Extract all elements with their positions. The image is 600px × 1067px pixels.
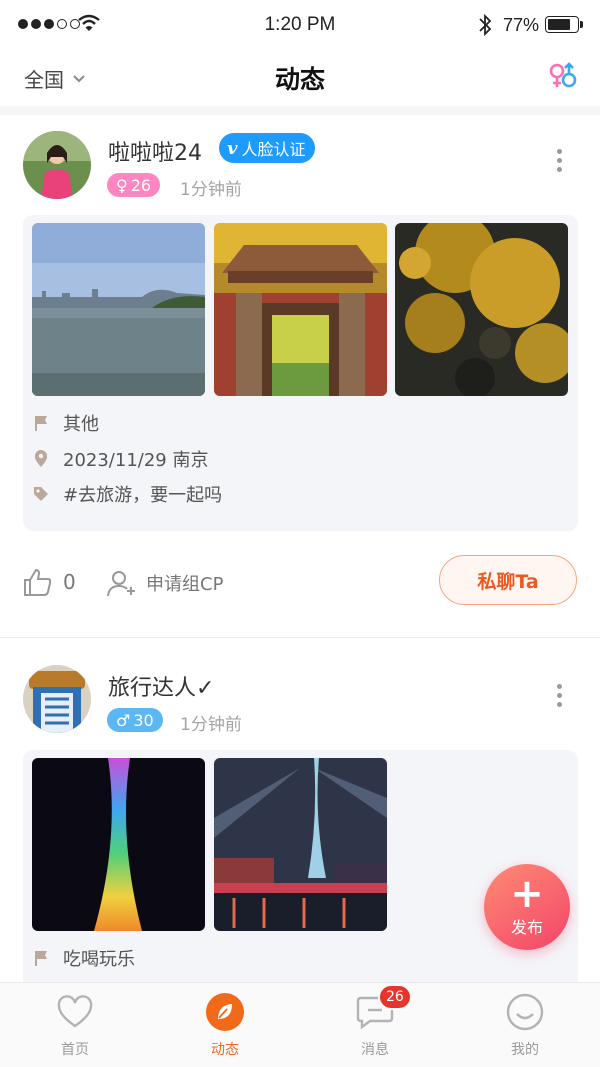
post-photo-tower-skyline[interactable]: [214, 758, 387, 931]
flag-icon: [33, 950, 49, 966]
like-button[interactable]: 0: [23, 567, 76, 597]
post-time: 1分钟前: [180, 715, 242, 735]
female-icon: ♀: [116, 175, 128, 195]
avatar[interactable]: [23, 665, 91, 733]
tag-row: #去旅游，要一起吗: [33, 481, 222, 507]
battery-percent: 77%: [503, 15, 540, 35]
tag-label[interactable]: #去旅游，要一起吗: [63, 481, 222, 507]
leaf-icon: [206, 993, 244, 1031]
tag-icon: [33, 486, 49, 502]
heart-icon: [57, 995, 93, 1028]
tab-profile[interactable]: 我的: [465, 991, 585, 1059]
username[interactable]: 旅行达人✓: [108, 670, 214, 702]
gender-filter-icon[interactable]: [548, 62, 578, 90]
post-photo-gate[interactable]: [214, 223, 387, 396]
flag-icon: [33, 415, 49, 431]
thumbs-up-icon: [24, 568, 52, 596]
post-content-card: 吃喝玩乐: [23, 750, 578, 990]
bluetooth-icon: [479, 13, 492, 37]
date-location-label: 2023/11/29 南京: [63, 450, 209, 471]
post-time: 1分钟前: [180, 180, 242, 200]
tab-messages-label: 消息: [361, 1042, 389, 1058]
post-actions: 0 申请组CP 私聊Ta: [0, 555, 600, 610]
age-label: 30: [133, 710, 154, 730]
unread-badge: 26: [378, 984, 412, 1010]
location-pin-icon: [33, 450, 49, 468]
plus-icon: +: [510, 871, 544, 917]
more-options-button[interactable]: [554, 684, 564, 707]
battery-cap: [580, 21, 583, 28]
tab-home[interactable]: 首页: [15, 991, 135, 1059]
age-gender-tag: ♀ 26: [107, 173, 161, 197]
tab-bar: 首页 动态 26 消息 我的: [0, 982, 600, 1067]
tab-profile-label: 我的: [511, 1042, 539, 1058]
add-user-icon: [107, 571, 135, 597]
category-label: 其他: [63, 414, 99, 435]
post-card: 啦啦啦24 v 人脸认证 ♀ 26 1分钟前 其他 2023/11/29 南京 …: [0, 115, 600, 635]
verify-badge: v 人脸认证: [219, 133, 316, 163]
avatar[interactable]: [23, 131, 91, 199]
like-count: 0: [63, 570, 76, 594]
tab-messages[interactable]: 26 消息: [315, 984, 435, 1059]
tab-home-label: 首页: [61, 1042, 89, 1058]
battery-icon: [545, 16, 579, 33]
post-divider: [0, 637, 600, 638]
post-photo-tower-night[interactable]: [32, 758, 205, 931]
age-gender-tag: ♂ 30: [107, 708, 163, 732]
private-chat-button[interactable]: 私聊Ta: [439, 555, 577, 605]
more-options-button[interactable]: [554, 149, 564, 172]
status-bar: 1:20 PM 77%: [0, 0, 600, 50]
tab-feed-label: 动态: [211, 1042, 239, 1058]
post-photo-ginkgo[interactable]: [395, 223, 568, 396]
apply-cp-button[interactable]: 申请组CP: [106, 569, 223, 597]
age-label: 26: [130, 175, 152, 195]
post-content-card: 其他 2023/11/29 南京 #去旅游，要一起吗: [23, 215, 578, 531]
verify-label: 人脸认证: [241, 140, 306, 159]
male-icon: ♂: [116, 710, 131, 730]
username[interactable]: 啦啦啦24: [108, 135, 202, 167]
publish-button[interactable]: + 发布: [484, 864, 570, 950]
smile-icon: [506, 993, 544, 1031]
tab-feed[interactable]: 动态: [165, 991, 285, 1059]
post-photo-lake[interactable]: [32, 223, 205, 396]
section-separator: [0, 106, 600, 115]
apply-cp-label: 申请组CP: [146, 574, 224, 595]
page-title: 动态: [274, 65, 325, 94]
publish-label: 发布: [510, 918, 543, 937]
date-location-row: 2023/11/29 南京: [33, 446, 208, 472]
category-row: 其他: [33, 410, 99, 436]
category-row: 吃喝玩乐: [33, 945, 135, 971]
category-label: 吃喝玩乐: [63, 949, 135, 970]
verify-v-icon: v: [227, 137, 238, 159]
nav-bar: 全国 动态: [0, 50, 600, 106]
